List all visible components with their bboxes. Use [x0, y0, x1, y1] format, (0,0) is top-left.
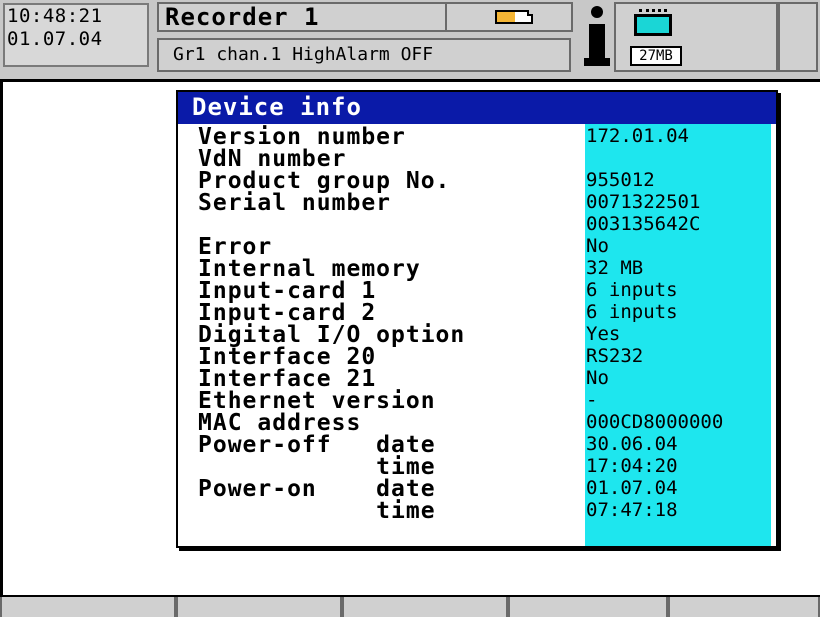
info-row-value: 955012	[586, 169, 655, 191]
left-border	[0, 82, 3, 595]
battery-icon	[495, 10, 533, 24]
info-row-label: Error	[198, 234, 273, 260]
info-row-label: time	[198, 498, 436, 524]
softkey-5[interactable]	[668, 597, 820, 617]
info-row-value: RS232	[586, 345, 644, 367]
status-bar: 10:48:21 01.07.04 Recorder 1 Gr1 chan.1 …	[0, 0, 820, 82]
info-row-label: Ethernet version	[198, 388, 436, 414]
info-icon[interactable]	[582, 4, 612, 68]
info-row-value: 000CD8000000	[586, 411, 724, 433]
info-row-label: Digital I/O option	[198, 322, 466, 348]
memory-status: 27MB	[614, 2, 778, 72]
info-row-label: Interface 21	[198, 366, 377, 392]
recorder-title: Recorder 1	[157, 2, 445, 32]
info-row-label: Version number	[198, 124, 406, 150]
info-row-value: 6 inputs	[586, 301, 678, 323]
clock-time: 10:48:21	[7, 5, 103, 27]
info-row-value: 07:47:18	[586, 499, 678, 521]
info-row-value: 172.01.04	[586, 125, 689, 147]
clock-date: 01.07.04	[7, 28, 103, 50]
info-row-label: Power-on date	[198, 476, 436, 502]
info-row-label: Input-card 1	[198, 278, 377, 304]
battery-indicator	[445, 2, 573, 32]
memory-free-label: 27MB	[630, 46, 682, 66]
info-row-value: Yes	[586, 323, 621, 345]
info-row-value: 6 inputs	[586, 279, 678, 301]
softkey-1[interactable]	[0, 597, 176, 617]
info-row-value: No	[586, 235, 609, 257]
info-row-label: MAC address	[198, 410, 362, 436]
info-row-label: time	[198, 454, 436, 480]
info-row-value: 30.06.04	[586, 433, 678, 455]
info-row-value: -	[586, 389, 598, 411]
softkey-3[interactable]	[342, 597, 508, 617]
info-row-value: No	[586, 367, 609, 389]
softkey-2[interactable]	[176, 597, 342, 617]
info-row-label: Input-card 2	[198, 300, 377, 326]
info-row-value: 17:04:20	[586, 455, 678, 477]
info-row-label: Product group No.	[198, 168, 451, 194]
dialog-title: Device info	[178, 92, 776, 124]
status-spare-box	[778, 2, 818, 72]
info-row-value: 0071322501	[586, 191, 701, 213]
info-row-label: Interface 20	[198, 344, 377, 370]
memory-card-icon	[634, 9, 672, 36]
clock-display: 10:48:21 01.07.04	[3, 3, 149, 67]
alarm-message: Gr1 chan.1 HighAlarm OFF	[157, 38, 571, 72]
info-row-label: Serial number	[198, 190, 392, 216]
info-row-value: 003135642C	[586, 213, 701, 235]
info-row-value: 01.07.04	[586, 477, 678, 499]
softkey-4[interactable]	[508, 597, 668, 617]
info-row-label: Internal memory	[198, 256, 421, 282]
device-info-dialog: Device info Version number 172.01.04 VdN n…	[176, 90, 778, 548]
softkey-bar	[0, 595, 820, 617]
info-row-label: Power-off date	[198, 432, 436, 458]
info-row-value: 32 MB	[586, 257, 644, 279]
info-row-label: VdN number	[198, 146, 347, 172]
